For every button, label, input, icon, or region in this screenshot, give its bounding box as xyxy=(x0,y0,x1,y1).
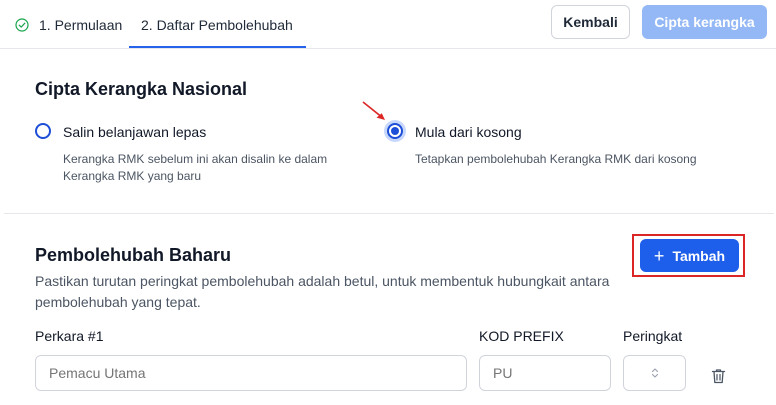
plus-icon: + xyxy=(653,245,665,266)
active-step-indicator xyxy=(129,46,306,48)
top-bar: 1. Permulaan 2. Daftar Pembolehubah Kemb… xyxy=(0,0,776,49)
chevron-updown-icon xyxy=(651,368,658,378)
radio-copy-budget[interactable] xyxy=(35,123,51,139)
new-variables-description: Pastikan turutan peringkat pembolehubah … xyxy=(35,273,610,310)
kod-prefix-input[interactable] xyxy=(479,355,611,391)
item-label: Perkara #1 xyxy=(35,328,104,344)
step-daftar-pembolehubah[interactable]: 2. Daftar Pembolehubah xyxy=(141,0,293,49)
option-start-empty-label[interactable]: Mula dari kosong xyxy=(415,124,522,140)
step-permulaan-label: 1. Permulaan xyxy=(39,16,123,33)
step-daftar-label: 2. Daftar Pembolehubah xyxy=(141,16,293,33)
option-copy-budget-description: Kerangka RMK sebelum ini akan disalin ke… xyxy=(63,152,328,183)
item-name-input[interactable] xyxy=(35,355,467,391)
step-permulaan[interactable]: 1. Permulaan xyxy=(15,0,122,49)
option-start-empty-description: Tetapkan pembolehubah Kerangka RMK dari … xyxy=(415,152,697,166)
new-variables-title: Pembolehubah Baharu xyxy=(35,245,232,265)
trash-icon[interactable] xyxy=(711,368,726,384)
back-button[interactable]: Kembali xyxy=(551,5,630,39)
kod-prefix-label: KOD PREFIX xyxy=(479,328,564,344)
option-copy-budget-label[interactable]: Salin belanjawan lepas xyxy=(63,124,206,140)
add-variable-label: Tambah xyxy=(672,247,726,264)
rank-select[interactable] xyxy=(623,355,686,391)
annotation-arrow-icon xyxy=(362,101,385,120)
section-divider xyxy=(4,213,774,214)
rank-label: Peringkat xyxy=(623,328,683,344)
national-framework-title: Cipta Kerangka Nasional xyxy=(35,79,248,99)
create-framework-button[interactable]: Cipta kerangka xyxy=(642,5,767,39)
add-variable-button[interactable]: + Tambah xyxy=(640,239,739,272)
check-circle-icon xyxy=(15,17,29,32)
radio-start-empty[interactable] xyxy=(387,123,403,139)
